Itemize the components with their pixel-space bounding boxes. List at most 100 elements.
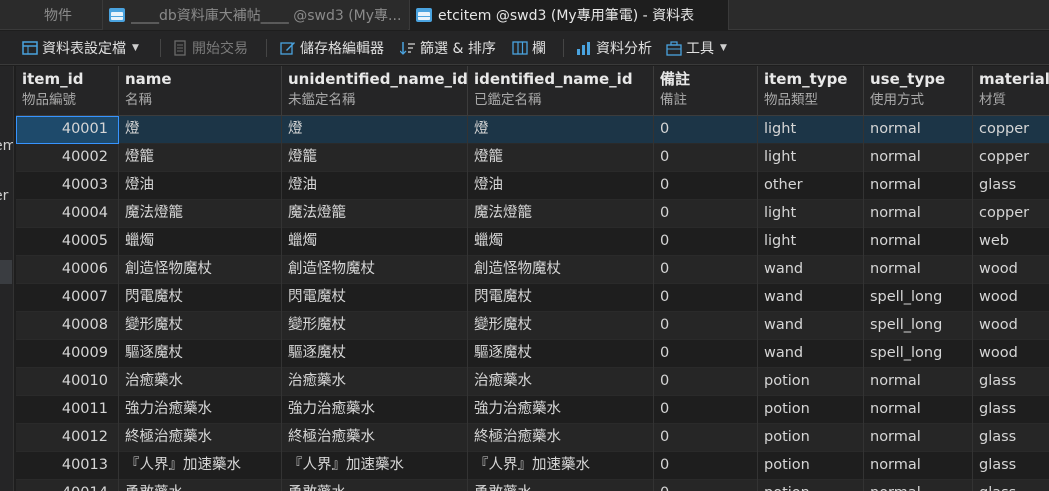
table-cell[interactable]: 40005 bbox=[16, 228, 119, 256]
table-cell[interactable]: 創造怪物魔杖 bbox=[282, 256, 468, 284]
table-cell[interactable]: normal bbox=[864, 172, 973, 200]
table-cell[interactable]: 燈 bbox=[119, 116, 282, 144]
table-cell[interactable]: 0 bbox=[654, 396, 758, 424]
navigator-item[interactable]: em bbox=[0, 138, 13, 154]
table-cell[interactable]: wood bbox=[973, 256, 1049, 284]
table-cell[interactable]: 變形魔杖 bbox=[282, 312, 468, 340]
table-cell[interactable]: 40003 bbox=[16, 172, 119, 200]
navigator-item[interactable]: er bbox=[0, 188, 8, 204]
table-cell[interactable]: wand bbox=[758, 312, 864, 340]
table-cell[interactable]: potion bbox=[758, 368, 864, 396]
table-cell[interactable]: 『人界』加速藥水 bbox=[119, 452, 282, 480]
table-cell[interactable]: 40012 bbox=[16, 424, 119, 452]
table-cell[interactable]: wand bbox=[758, 340, 864, 368]
table-cell[interactable]: other bbox=[758, 172, 864, 200]
table-row[interactable]: 40002 燈籠 燈籠 燈籠 0 light normal copper bbox=[16, 144, 1049, 172]
table-cell[interactable]: 終極治癒藥水 bbox=[282, 424, 468, 452]
table-cell[interactable]: 驅逐魔杖 bbox=[282, 340, 468, 368]
table-cell[interactable]: glass bbox=[973, 480, 1049, 491]
table-cell[interactable]: glass bbox=[973, 172, 1049, 200]
table-cell[interactable]: light bbox=[758, 228, 864, 256]
table-cell[interactable]: 蠟燭 bbox=[282, 228, 468, 256]
table-cell[interactable]: 燈籠 bbox=[282, 144, 468, 172]
table-row[interactable]: 40008 變形魔杖 變形魔杖 變形魔杖 0 wand spell_long wood bbox=[16, 312, 1049, 340]
table-cell[interactable]: normal bbox=[864, 144, 973, 172]
table-cell[interactable]: 蠟燭 bbox=[468, 228, 654, 256]
table-cell[interactable]: 變形魔杖 bbox=[468, 312, 654, 340]
table-row[interactable]: 40007 閃電魔杖 閃電魔杖 閃電魔杖 0 wand spell_long wood bbox=[16, 284, 1049, 312]
table-cell[interactable]: 蠟燭 bbox=[119, 228, 282, 256]
table-cell[interactable]: 燈籠 bbox=[468, 144, 654, 172]
table-cell[interactable]: 40006 bbox=[16, 256, 119, 284]
table-cell[interactable]: 0 bbox=[654, 340, 758, 368]
table-cell[interactable]: 燈 bbox=[282, 116, 468, 144]
table-cell[interactable]: 『人界』加速藥水 bbox=[468, 452, 654, 480]
table-cell[interactable]: 勇敢藥水 bbox=[468, 480, 654, 491]
table-cell[interactable]: 0 bbox=[654, 284, 758, 312]
table-cell[interactable]: 40011 bbox=[16, 396, 119, 424]
table-cell[interactable]: 驅逐魔杖 bbox=[119, 340, 282, 368]
table-cell[interactable]: 治癒藥水 bbox=[468, 368, 654, 396]
table-cell[interactable]: 0 bbox=[654, 256, 758, 284]
table-cell[interactable]: 0 bbox=[654, 424, 758, 452]
column-header[interactable]: name 名稱 bbox=[119, 66, 282, 116]
table-row[interactable]: 40004 魔法燈籠 魔法燈籠 魔法燈籠 0 light normal copper bbox=[16, 200, 1049, 228]
table-cell[interactable]: wand bbox=[758, 284, 864, 312]
table-cell[interactable]: 40008 bbox=[16, 312, 119, 340]
table-cell[interactable]: 0 bbox=[654, 368, 758, 396]
table-cell[interactable]: normal bbox=[864, 116, 973, 144]
columns-button[interactable]: 欄 bbox=[512, 31, 546, 65]
table-cell[interactable]: light bbox=[758, 200, 864, 228]
table-row[interactable]: 40005 蠟燭 蠟燭 蠟燭 0 light normal web bbox=[16, 228, 1049, 256]
table-cell[interactable]: glass bbox=[973, 424, 1049, 452]
table-cell[interactable]: normal bbox=[864, 452, 973, 480]
table-row[interactable]: 40012 終極治癒藥水 終極治癒藥水 終極治癒藥水 0 potion normal glas… bbox=[16, 424, 1049, 452]
column-header[interactable]: unidentified_name_id 未鑑定名稱 bbox=[282, 66, 468, 116]
table-cell[interactable]: 40001 bbox=[16, 116, 119, 144]
table-cell[interactable]: normal bbox=[864, 480, 973, 491]
table-row[interactable]: 40001 燈燈燈 0 light normal copper bbox=[16, 116, 1049, 144]
table-row[interactable]: 40010 治癒藥水 治癒藥水 治癒藥水 0 potion normal glass bbox=[16, 368, 1049, 396]
tab-etcitem-table[interactable]: etcitem @swd3 (My專用筆電) - 資料表 bbox=[409, 0, 729, 30]
column-header[interactable]: item_type 物品類型 bbox=[758, 66, 864, 116]
table-cell[interactable]: 40002 bbox=[16, 144, 119, 172]
table-cell[interactable]: 魔法燈籠 bbox=[468, 200, 654, 228]
table-cell[interactable]: potion bbox=[758, 452, 864, 480]
table-cell[interactable]: 終極治癒藥水 bbox=[468, 424, 654, 452]
filter-sort-button[interactable]: 篩選 & 排序 bbox=[400, 31, 496, 65]
table-cell[interactable]: 40013 bbox=[16, 452, 119, 480]
chevron-down-icon[interactable]: ▼ bbox=[720, 43, 727, 53]
table-cell[interactable]: 終極治癒藥水 bbox=[119, 424, 282, 452]
table-cell[interactable]: 魔法燈籠 bbox=[282, 200, 468, 228]
table-cell[interactable]: 勇敢藥水 bbox=[119, 480, 282, 491]
table-cell[interactable]: normal bbox=[864, 396, 973, 424]
table-cell[interactable]: 0 bbox=[654, 312, 758, 340]
table-cell[interactable]: 閃電魔杖 bbox=[282, 284, 468, 312]
table-cell[interactable]: 勇敢藥水 bbox=[282, 480, 468, 491]
column-header[interactable]: material 材質 bbox=[973, 66, 1049, 116]
table-cell[interactable]: 創造怪物魔杖 bbox=[468, 256, 654, 284]
table-cell[interactable]: 40010 bbox=[16, 368, 119, 396]
table-cell[interactable]: 0 bbox=[654, 480, 758, 491]
table-cell[interactable]: light bbox=[758, 116, 864, 144]
table-cell[interactable]: wood bbox=[973, 340, 1049, 368]
table-cell[interactable]: potion bbox=[758, 424, 864, 452]
table-cell[interactable]: spell_long bbox=[864, 340, 973, 368]
table-cell[interactable]: normal bbox=[864, 368, 973, 396]
table-cell[interactable]: 0 bbox=[654, 144, 758, 172]
table-cell[interactable]: glass bbox=[973, 396, 1049, 424]
table-cell[interactable]: 0 bbox=[654, 228, 758, 256]
table-cell[interactable]: 『人界』加速藥水 bbox=[282, 452, 468, 480]
table-cell[interactable]: 變形魔杖 bbox=[119, 312, 282, 340]
table-cell[interactable]: 治癒藥水 bbox=[282, 368, 468, 396]
tools-button[interactable]: 工具 ▼ bbox=[666, 31, 727, 65]
table-cell[interactable]: normal bbox=[864, 200, 973, 228]
table-cell[interactable]: normal bbox=[864, 424, 973, 452]
chevron-down-icon[interactable]: ▼ bbox=[132, 43, 139, 53]
table-cell[interactable]: glass bbox=[973, 368, 1049, 396]
table-row[interactable]: 40014勇敢藥水勇敢藥水勇敢藥水0potionnormalglass bbox=[16, 480, 1049, 491]
table-cell[interactable]: copper bbox=[973, 144, 1049, 172]
table-cell[interactable]: 燈 bbox=[468, 116, 654, 144]
column-header[interactable]: use_type 使用方式 bbox=[864, 66, 973, 116]
data-grid[interactable]: item_id 物品編號 name 名稱 unidentified_name_id 未鑑定… bbox=[16, 66, 1049, 491]
